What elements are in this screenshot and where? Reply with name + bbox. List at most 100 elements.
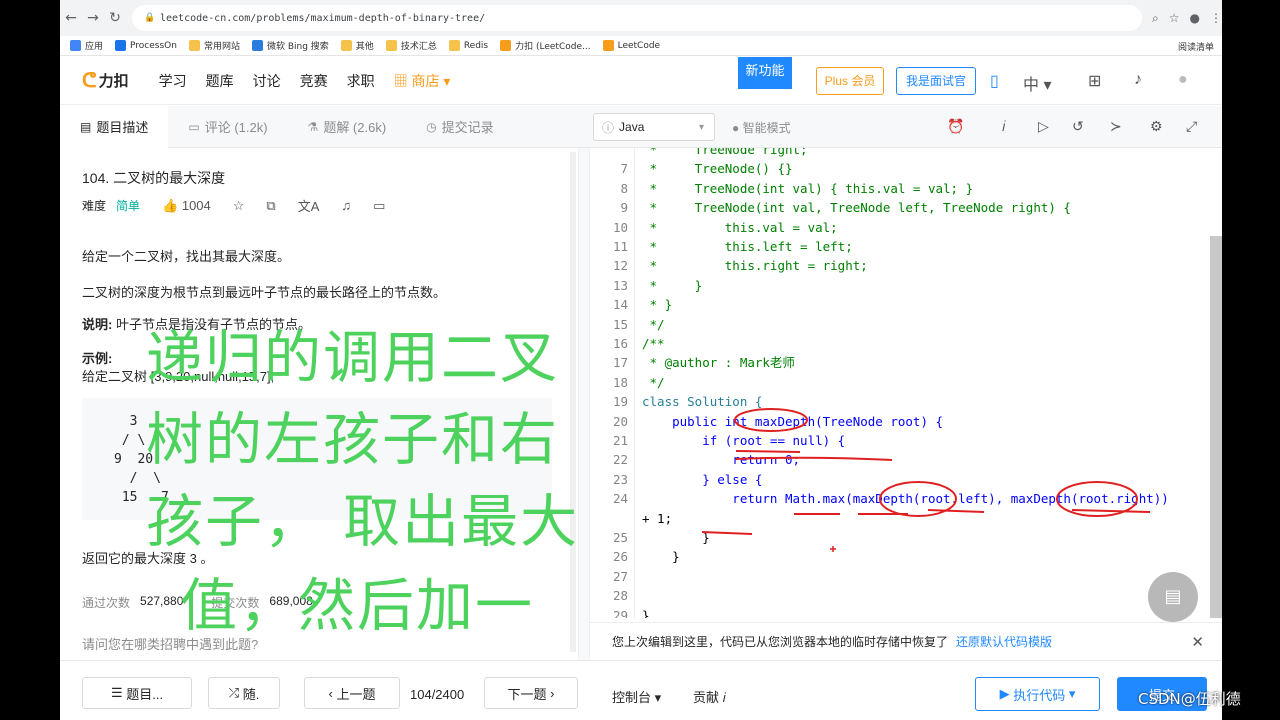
reading-list[interactable]: 阅读清单 — [1178, 40, 1214, 53]
nav-contest[interactable]: 竞赛 — [300, 71, 328, 91]
nav-discuss[interactable]: 讨论 — [253, 71, 281, 91]
prev-button[interactable]: ‹ 上一题 — [304, 677, 400, 709]
folder-icon — [385, 40, 397, 51]
underline-maxdepth-left — [927, 509, 985, 513]
tab-submissions[interactable]: ◷ 提交记录 — [406, 106, 514, 148]
fullscreen-icon[interactable]: ⤢ — [1186, 118, 1197, 135]
alarm-icon[interactable]: ⏰ — [947, 118, 964, 135]
terminal-icon[interactable]: ⊞ — [1088, 71, 1101, 91]
reset-icon[interactable]: ↺ — [1072, 118, 1084, 135]
share-icon[interactable]: ⧉ — [266, 198, 275, 214]
console-toggle[interactable]: 控制台 ▾ — [612, 687, 661, 706]
tab-label: 题目描述 — [96, 120, 149, 135]
smart-mode-toggle[interactable]: ● 智能模式 — [732, 119, 791, 136]
note-text: 叶子节点是指没有子节点的节点。 — [115, 317, 311, 332]
bookmark-leetcode[interactable]: LeetCode — [602, 40, 660, 51]
note: 说明: 叶子节点是指没有子节点的节点。 — [82, 314, 311, 333]
close-icon[interactable]: ✕ — [1191, 633, 1204, 651]
logo[interactable]: ᕦ 力扣 — [82, 68, 129, 93]
bookmarks-bar: 应用 ProcessOn 常用网站 微软 Bing 搜索 其他 技术汇总 Red… — [60, 36, 1222, 56]
feedback-icon[interactable]: ▭ — [373, 198, 385, 214]
example-tree: 3 / \ 9 20 / \ 15 7 — [82, 398, 552, 520]
notify-icon[interactable]: ♫ — [341, 198, 351, 213]
mobile-icon[interactable]: ▯ — [990, 71, 999, 91]
difficulty-label: 难度 — [82, 199, 107, 213]
code-editor[interactable]: * TreeNode right; 7 * TreeNode() {} 8 * Tr… — [590, 148, 1222, 618]
restore-default-link[interactable]: 还原默认代码模版 — [956, 633, 1052, 650]
forward-icon[interactable]: → — [82, 10, 104, 26]
translate-icon[interactable]: 文A — [298, 196, 320, 215]
nav-jobs[interactable]: 求职 — [347, 71, 375, 91]
circle-maxdepth — [734, 408, 808, 432]
language-label: Java — [619, 120, 645, 134]
settings-icon[interactable]: ⚙ — [1150, 118, 1163, 135]
menu-icon[interactable]: ⋮ — [1210, 11, 1222, 26]
like-button[interactable]: 👍 1004 — [162, 198, 211, 214]
problem-list-button[interactable]: ☰ 题目... — [82, 677, 192, 709]
contribute-button[interactable]: 贡献 𝑖 — [693, 687, 726, 706]
url-input[interactable]: 🔒 leetcode-cn.com/problems/maximum-depth… — [132, 5, 1142, 31]
bookmark-label: ProcessOn — [130, 40, 177, 51]
back-icon[interactable]: ← — [60, 10, 82, 26]
company-question[interactable]: 请问您在哪类招聘中遇到此题? — [82, 634, 258, 653]
likes-count: 1004 — [181, 197, 211, 213]
info-italic-icon[interactable]: 𝑖 — [1002, 118, 1006, 135]
language-select[interactable]: ⓘ Java ▾ — [593, 113, 715, 141]
bookmark-label: 其他 — [355, 42, 374, 52]
bookmark-tech[interactable]: 技术汇总 — [385, 39, 437, 52]
tab-solutions[interactable]: ⚗ 题解 (2.6k) — [288, 106, 407, 148]
profile-icon[interactable]: ● — [1190, 11, 1200, 26]
bookmark-bing[interactable]: 微软 Bing 搜索 — [251, 39, 329, 52]
pane-divider[interactable] — [578, 148, 590, 660]
plus-member-button[interactable]: Plus 会员 — [816, 67, 884, 95]
random-label: 随. — [242, 686, 260, 702]
nav-problems[interactable]: 题库 — [206, 71, 234, 91]
star-icon[interactable]: ☆ — [1169, 11, 1180, 26]
description-p2: 二叉树的深度为根节点到最远叶子节点的最长路径上的节点数。 — [82, 285, 447, 300]
bookmark-apps[interactable]: 应用 — [70, 39, 103, 52]
bookmark-label: 应用 — [85, 42, 104, 52]
reload-icon[interactable]: ↻ — [104, 10, 126, 26]
zoom-icon[interactable]: ⌕ — [1152, 11, 1159, 26]
console-icon[interactable]: ≻ — [1110, 118, 1122, 135]
bookmark-redis[interactable]: Redis — [448, 40, 488, 51]
result-text: 返回它的最大深度 3 。 — [82, 551, 214, 566]
url-text: leetcode-cn.com/problems/maximum-depth-o… — [160, 12, 486, 24]
folder-icon — [448, 40, 460, 51]
underline-return-zero — [735, 456, 893, 461]
language-switch[interactable]: 中 ▾ — [1023, 71, 1052, 95]
interviewer-button[interactable]: 我是面试官 — [896, 67, 976, 95]
play-icon[interactable]: ▷ — [1038, 118, 1049, 135]
run-code-button[interactable]: ▶ 执行代码 ▾ — [975, 677, 1100, 711]
bell-icon[interactable]: ♪ — [1134, 71, 1142, 89]
submit-button[interactable]: 提交 — [1117, 677, 1207, 711]
problem-scrollbar[interactable] — [570, 152, 576, 652]
star-icon[interactable]: ☆ — [233, 198, 245, 214]
note-label: 说明: — [82, 317, 113, 332]
avatar[interactable]: ● — [1178, 71, 1188, 89]
next-button[interactable]: 下一题 › — [484, 677, 578, 709]
address-bar: ← → ↻ 🔒 leetcode-cn.com/problems/maximum… — [60, 0, 1222, 36]
nav-study[interactable]: 学习 — [159, 71, 187, 91]
smart-mode-label: 智能模式 — [742, 121, 791, 135]
tab-description[interactable]: ▤ 题目描述 — [60, 105, 169, 148]
accepted-count: 527,880 — [140, 594, 184, 608]
lang-label: 中 — [1023, 77, 1040, 94]
bookmark-processon[interactable]: ProcessOn — [115, 40, 177, 51]
nav-shop[interactable]: ▦ 商店 ▾ — [394, 71, 451, 91]
tab-comments[interactable]: ▭ 评论 (1.2k) — [168, 106, 287, 148]
bing-icon — [251, 40, 263, 51]
info-icon: ⓘ — [602, 120, 615, 135]
random-button[interactable]: ⤮ 随. — [208, 677, 280, 709]
bookmark-other[interactable]: 其他 — [340, 39, 374, 52]
lock-icon: 🔒 — [144, 13, 156, 23]
bookmark-common-sites[interactable]: 常用网站 — [188, 39, 240, 52]
apps-icon — [70, 40, 81, 51]
bookmark-label: 力扣 (LeetCode... — [515, 42, 591, 52]
prev-label: 上一题 — [336, 686, 376, 702]
comment-icon: ▭ — [188, 119, 200, 134]
notes-fab[interactable]: ▤ — [1148, 572, 1198, 622]
bookmark-leetcode-cn[interactable]: 力扣 (LeetCode... — [500, 39, 591, 52]
browser-window: ← → ↻ 🔒 leetcode-cn.com/problems/maximum… — [60, 0, 1222, 720]
new-feature-button[interactable]: 新功能 — [738, 57, 792, 89]
